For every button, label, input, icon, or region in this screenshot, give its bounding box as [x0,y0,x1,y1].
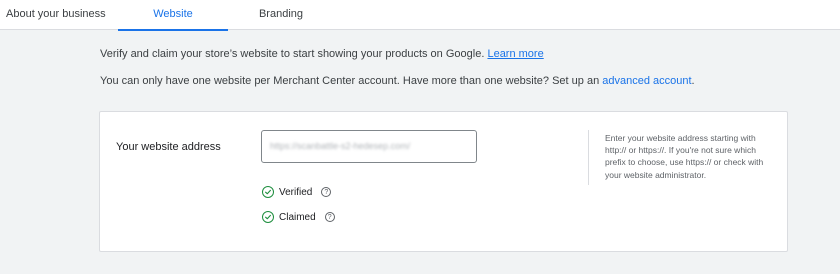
website-address-hint: Enter your website address starting with… [605,133,764,180]
intro-advanced-text: You can only have one website per Mercha… [100,75,695,87]
claimed-label: Claimed [279,211,316,223]
tab-website[interactable]: Website [118,0,228,31]
tab-bar: About your business Website Branding [0,0,840,31]
check-circle-icon [262,186,274,198]
intro-advanced-end: . [691,75,695,87]
intro-advanced-label: You can only have one website per Mercha… [100,75,600,87]
website-address-input[interactable] [261,130,477,163]
claimed-status: Claimed ? [262,210,335,224]
verified-status: Verified ? [262,185,332,199]
verified-label: Verified [279,186,313,198]
claimed-help-icon[interactable]: ? [324,212,335,222]
learn-more-link[interactable]: Learn more [487,48,543,60]
check-circle-icon [262,211,274,223]
tab-about-your-business[interactable]: About your business [0,0,110,30]
tab-branding[interactable]: Branding [226,0,336,30]
intro-verify-text: Verify and claim your store’s website to… [100,48,544,60]
website-address-label: Your website address [116,141,221,153]
intro-verify-label: Verify and claim your store’s website to… [100,48,485,60]
advanced-account-link[interactable]: advanced account [602,75,691,87]
website-card: Your website address https://scanbattle-… [99,111,788,252]
divider [588,130,589,185]
verified-help-icon[interactable]: ? [321,187,332,197]
